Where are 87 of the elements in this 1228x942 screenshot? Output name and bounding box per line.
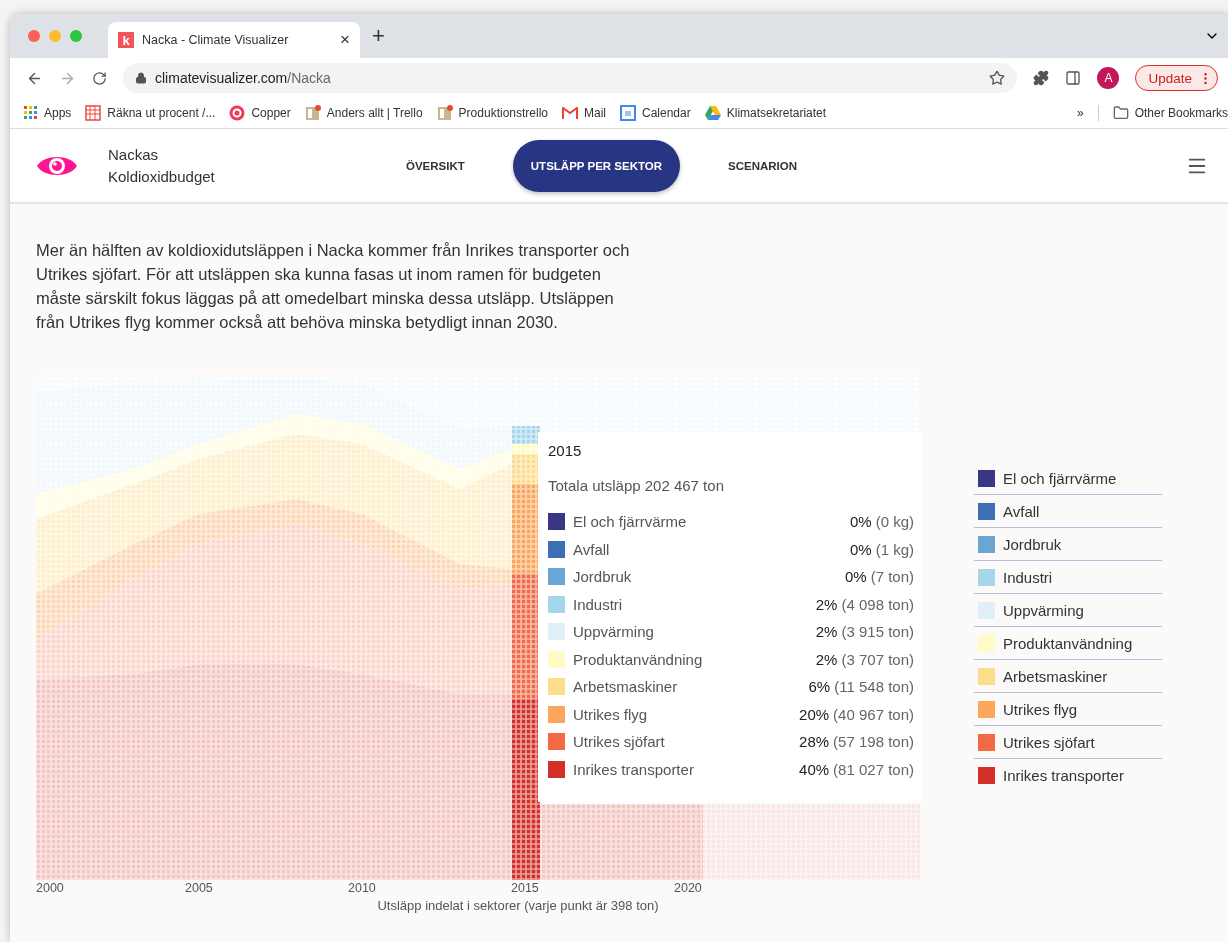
sector-name: Industri [573,595,624,613]
axis-tick-label: 2015 [511,881,539,895]
bookmark[interactable]: Anders allt | Trello [304,105,423,121]
sector-percent: 0% [844,568,867,586]
address-host: climatevisualizer.com [155,70,288,86]
legend-label: Avfall [1003,502,1040,520]
bookmark[interactable]: Mail [562,106,606,120]
sector-name: Inrikes transporter [573,760,695,778]
nav-tab[interactable]: ÖVERSIKT [388,139,483,192]
site-favicon: k [118,32,134,48]
legend-label: Industri [1003,568,1053,586]
sector-percent: 2% [815,623,838,641]
sector-name: El och fjärrvärme [573,513,688,531]
address-bar[interactable]: climatevisualizer.com/Nacka [123,63,1018,93]
intro-paragraph: Mer än hälften av koldioxidutsläppen i Nacka kommer från Inrikes transporter och Utrikes sjöfart. För att utsläppen ska kunna fasas ut inom ramen för budgeten måste särskilt fokus läggas på att omedelbart minska dessa utsläpp. Utsläppen från Utrikes flyg kommer också att behöva minska betydligt innan 2030. [36,240,631,333]
sector-percent: 28% [799,733,830,751]
sector-amount: (11 548 ton) [834,678,914,696]
apps-grid-icon [24,106,38,120]
axis-tick-label: 2020 [674,881,702,895]
side-panel-icon[interactable] [1065,70,1082,86]
sector-name: Uppvärming [573,623,655,641]
sector-percent: 2% [815,650,838,668]
sector-name: Avfall [573,540,611,558]
legend-label: Inrikes transporter [1003,766,1124,784]
nav-tab[interactable]: UTSLÄPP PER SEKTOR [512,139,680,192]
sector-amount: (81 027 ton) [833,760,914,778]
sector-percent: 40% [799,760,830,778]
sector-amount: (40 967 ton) [833,705,914,723]
profile-avatar[interactable]: A [1097,67,1120,89]
sector-percent: 20% [799,705,830,723]
triangle-logo-icon [704,106,721,120]
axis-title: Utsläpp indelat i sektorer (varje punkt är 398 ton) [377,898,659,913]
board-icon [436,105,453,121]
sector-percent: 0% [849,513,872,531]
legend-label: Produktanvändning [1003,634,1133,652]
calendar-icon [620,105,636,121]
sector-name: Produktanvändning [573,650,704,668]
bookmark[interactable]: Calendar [620,105,691,121]
legend-label: Utrikes sjöfart [1003,733,1095,751]
bookmark[interactable]: Produktionstrello [436,105,548,121]
axis-tick-label: 2010 [348,881,376,895]
circle-logo-icon [229,105,246,121]
update-button[interactable]: Update [1135,65,1218,91]
mail-icon [562,107,578,119]
bookmark[interactable]: Copper [229,105,291,121]
browser-tab[interactable]: k Nacka - Climate Visualizer × [108,22,360,58]
sector-percent: 0% [849,540,872,558]
sector-percent: 6% [808,678,831,696]
star-icon[interactable] [989,70,1006,86]
nav-tab[interactable]: SCENARION [710,139,816,192]
sector-amount: (1 kg) [875,540,914,558]
axis-tick-label: 2005 [185,881,213,895]
legend-label: Uppvärming [1003,601,1084,619]
other-bookmarks-button[interactable]: Other Bookmarks [1112,105,1228,121]
site-title: Nackas Koldioxidbudget [108,144,216,187]
sector-name: Arbetsmaskiner [573,678,679,696]
sector-amount: (3 915 ton) [841,623,914,641]
sector-amount: (3 707 ton) [841,650,914,668]
sector-name: Jordbruk [573,568,633,586]
tooltip-total: Totala utsläpp 202 467 ton [548,477,725,494]
tooltip-year: 2015 [548,442,583,459]
sector-amount: (7 ton) [870,568,914,586]
legend-label: Utrikes flyg [1003,700,1078,718]
tab-title: Nacka - Climate Visualizer [142,33,290,47]
reload-icon[interactable] [92,70,107,86]
puzzle-icon[interactable] [1033,70,1050,86]
sector-percent: 2% [815,595,838,613]
new-tab-button[interactable]: + [372,23,385,49]
bookmark[interactable]: Apps [24,106,72,120]
spreadsheet-icon [85,105,102,121]
legend-label: Arbetsmaskiner [1003,667,1108,685]
axis-tick-label: 2000 [36,881,64,895]
sector-name: Utrikes sjöfart [573,733,666,751]
sector-amount: (0 kg) [875,513,914,531]
legend-label: Jordbruk [1003,535,1062,553]
sector-name: Utrikes flyg [573,705,649,723]
legend-label: El och fjärrvärme [1003,469,1117,487]
bookmark[interactable]: Räkna ut procent /... [85,105,216,121]
more-bookmarks-button[interactable]: » [1076,106,1084,120]
close-tab-button[interactable]: × [340,30,350,50]
sector-amount: (57 198 ton) [833,733,914,751]
sector-amount: (4 098 ton) [841,595,914,613]
board-icon [304,105,321,121]
folder-icon [1112,105,1129,121]
bookmark[interactable]: Klimatsekretariatet [704,106,827,120]
lock-icon [135,72,147,84]
address-path: /Nacka [287,70,331,86]
